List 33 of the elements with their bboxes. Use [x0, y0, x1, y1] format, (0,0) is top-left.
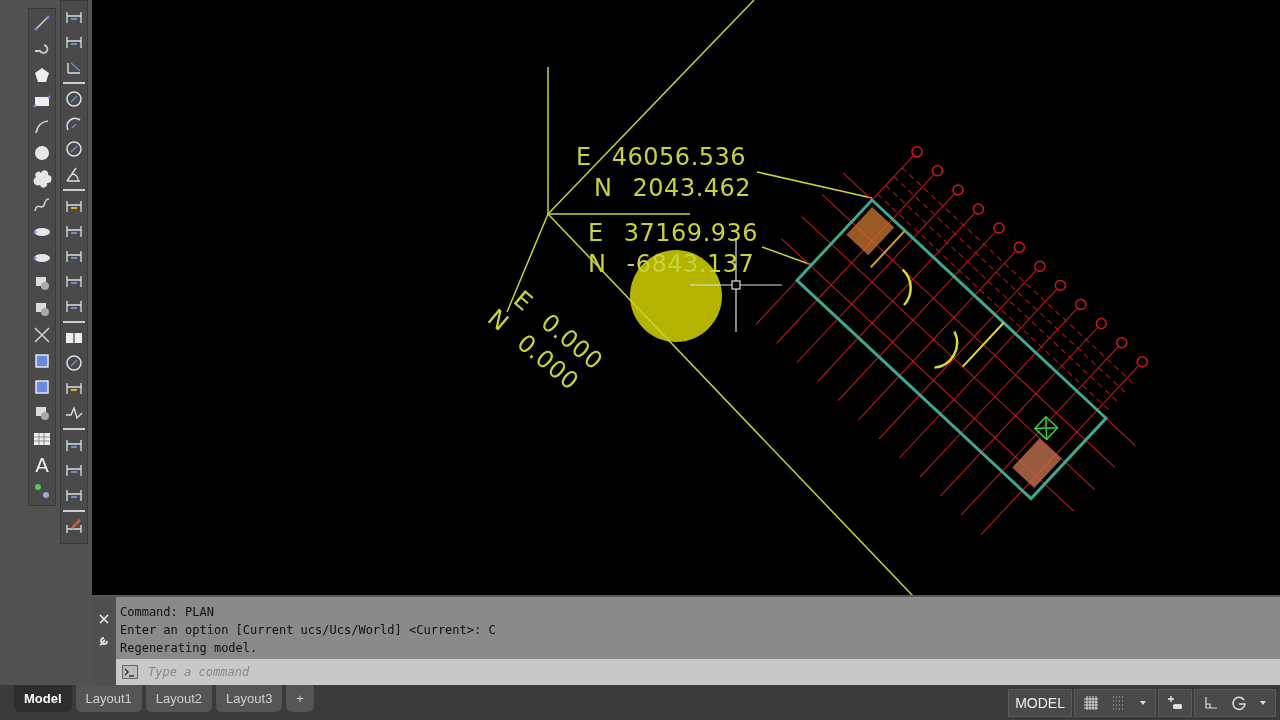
add-selected-icon[interactable]: [32, 481, 52, 501]
ortho-icon[interactable]: [1203, 694, 1219, 711]
northing-label: N 2043.462: [594, 174, 752, 202]
hatch-icon[interactable]: [32, 351, 52, 371]
center-mark-icon[interactable]: [64, 353, 84, 373]
close-icon[interactable]: [98, 613, 110, 625]
radius-icon[interactable]: [64, 89, 84, 109]
layout-tab[interactable]: Layout1: [75, 685, 142, 712]
command-prompt-icon: [122, 665, 138, 679]
grid-icon[interactable]: [1083, 694, 1099, 711]
easting-label: E 37169.936: [588, 219, 759, 247]
gradient-icon[interactable]: [32, 377, 52, 397]
leader-line: [761, 246, 813, 266]
layout-tab[interactable]: Layout2: [145, 685, 213, 712]
text-tool-button[interactable]: A: [32, 455, 52, 475]
caret-icon[interactable]: [1139, 698, 1147, 707]
command-history-line: Enter an option [Current ucs/Ucs/World] <Current>: C: [120, 622, 497, 639]
layout-tab[interactable]: Model: [14, 685, 72, 712]
caret-icon[interactable]: [1259, 698, 1267, 707]
polar-icon[interactable]: [1231, 694, 1247, 711]
infer-icon[interactable]: [1167, 694, 1183, 711]
layout-tab[interactable]: +: [286, 685, 314, 712]
circle-icon[interactable]: [32, 143, 52, 163]
point-icon[interactable]: [32, 325, 52, 345]
line-icon[interactable]: [32, 13, 52, 33]
pentagon-icon[interactable]: [32, 65, 52, 85]
easting-label: E 46056.536: [576, 143, 747, 171]
command-history-line: Command: PLAN: [120, 604, 215, 621]
layout-tab[interactable]: Layout3: [216, 685, 283, 712]
command-history-line: Regenerating model.: [120, 640, 259, 657]
model-space-button[interactable]: MODEL: [1008, 688, 1072, 717]
diameter-icon[interactable]: [64, 139, 84, 159]
cloud-icon[interactable]: [32, 169, 52, 189]
